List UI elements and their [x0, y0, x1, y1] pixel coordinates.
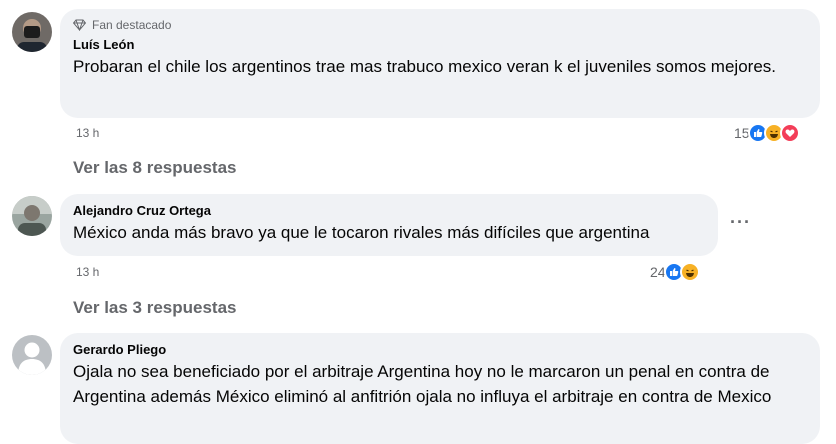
comment-bubble: Alejandro Cruz Ortega México anda más br…: [60, 194, 718, 256]
comment-bubble: Fan destacado Luís León Probaran el chil…: [60, 9, 820, 118]
comment-timestamp[interactable]: 13 h: [76, 126, 99, 140]
comment-author[interactable]: Alejandro Cruz Ortega: [73, 202, 706, 220]
avatar[interactable]: [12, 196, 52, 236]
avatar[interactable]: [12, 335, 52, 375]
reaction-summary[interactable]: 15: [734, 123, 800, 143]
diamond-icon: [73, 19, 86, 31]
comment-timestamp[interactable]: 13 h: [76, 265, 99, 279]
more-options-button[interactable]: ···: [730, 212, 751, 233]
comment-text: Ojala no sea beneficiado por el arbitraj…: [73, 362, 772, 406]
haha-icon: [679, 262, 700, 282]
view-replies-link[interactable]: Ver las 3 respuestas: [73, 298, 237, 318]
comment-author[interactable]: Gerardo Pliego: [73, 341, 808, 359]
love-icon: [779, 123, 800, 143]
comment-text: Probaran el chile los argentinos trae ma…: [73, 57, 776, 76]
top-fan-badge[interactable]: Fan destacado: [73, 17, 808, 33]
avatar[interactable]: [12, 12, 52, 52]
badge-label: Fan destacado: [92, 18, 172, 32]
comment-text: México anda más bravo ya que le tocaron …: [73, 223, 650, 242]
view-replies-link[interactable]: Ver las 8 respuestas: [73, 158, 237, 178]
comment-author[interactable]: Luís León: [73, 36, 808, 54]
comment-bubble: Gerardo Pliego Ojala no sea beneficiado …: [60, 333, 820, 444]
reaction-summary[interactable]: 24: [650, 262, 700, 282]
